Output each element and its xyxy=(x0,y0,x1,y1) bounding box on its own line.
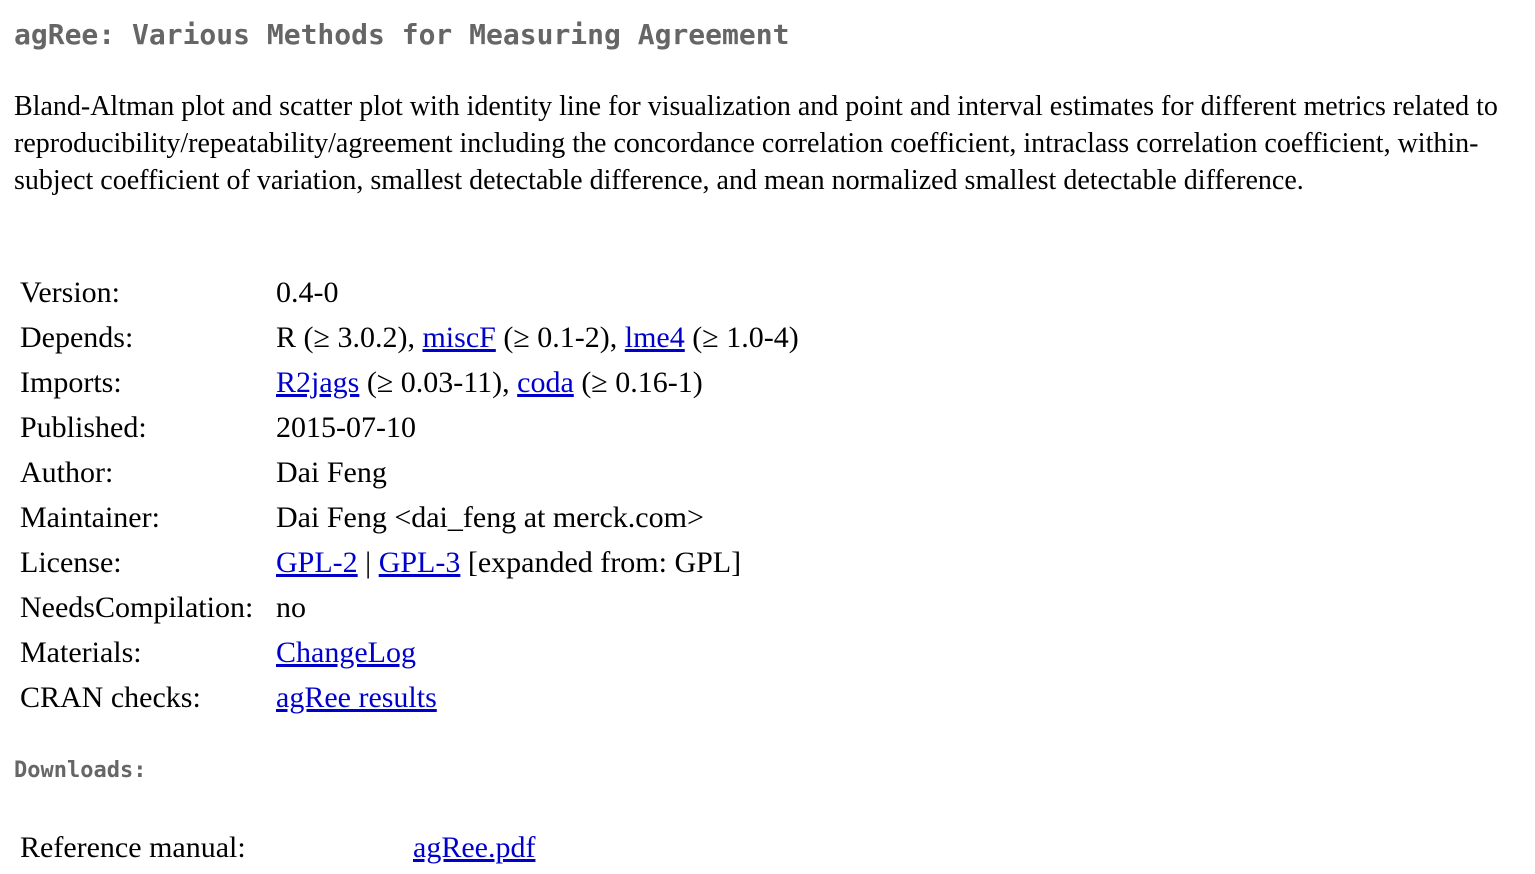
miscf-version-text: (≥ 0.1-2), xyxy=(495,320,625,354)
package-description: Bland-Altman plot and scatter plot with … xyxy=(14,91,1498,196)
version-label: Version: xyxy=(20,275,120,309)
materials-value: ChangeLog xyxy=(270,630,805,675)
downloads-table: Reference manual: agRee.pdf xyxy=(14,825,541,870)
coda-version-text: (≥ 0.16-1) xyxy=(573,365,703,399)
depends-value: R (≥ 3.0.2), miscF (≥ 0.1-2), lme4 (≥ 1.… xyxy=(270,315,805,360)
author-value: Dai Feng xyxy=(276,455,387,489)
reference-manual-pdf-link[interactable]: agRee.pdf xyxy=(413,831,535,864)
info-row-published: Published: 2015-07-10 xyxy=(14,405,805,450)
info-row-imports: Imports: R2jags (≥ 0.03-11), coda (≥ 0.1… xyxy=(14,360,805,405)
depends-label: Depends: xyxy=(20,320,134,354)
gpl3-link[interactable]: GPL-3 xyxy=(379,546,461,579)
published-value: 2015-07-10 xyxy=(276,410,416,444)
info-row-cran-checks: CRAN checks: agRee results xyxy=(14,675,805,720)
cran-checks-label: CRAN checks: xyxy=(20,680,201,714)
license-separator: | xyxy=(357,545,379,579)
changelog-link[interactable]: ChangeLog xyxy=(276,636,416,669)
page-title: agRee: Various Methods for Measuring Agr… xyxy=(14,18,790,51)
downloads-row-reference-manual: Reference manual: agRee.pdf xyxy=(14,825,541,870)
info-row-version: Version: 0.4-0 xyxy=(14,270,805,315)
lme4-link[interactable]: lme4 xyxy=(625,321,685,354)
r2jags-link[interactable]: R2jags xyxy=(276,366,359,399)
info-row-needs-compilation: NeedsCompilation: no xyxy=(14,585,805,630)
needs-compilation-value: no xyxy=(276,590,306,624)
version-value: 0.4-0 xyxy=(276,275,339,309)
cran-checks-value: agRee results xyxy=(270,675,805,720)
maintainer-label: Maintainer: xyxy=(20,500,160,534)
info-row-materials: Materials: ChangeLog xyxy=(14,630,805,675)
r2jags-version-text: (≥ 0.03-11), xyxy=(359,365,518,399)
miscf-link[interactable]: miscF xyxy=(422,321,495,354)
lme4-version-text: (≥ 1.0-4) xyxy=(684,320,799,354)
downloads-heading: Downloads: xyxy=(14,758,147,783)
info-row-license: License: GPL-2 | GPL-3 [expanded from: G… xyxy=(14,540,805,585)
maintainer-value: Dai Feng <dai_feng at merck.com> xyxy=(276,500,704,534)
imports-label: Imports: xyxy=(20,365,122,399)
license-value: GPL-2 | GPL-3 [expanded from: GPL] xyxy=(270,540,805,585)
license-label: License: xyxy=(20,545,122,579)
package-info-table: Version: 0.4-0 Depends: R (≥ 3.0.2), mis… xyxy=(14,270,805,720)
cran-results-link[interactable]: agRee results xyxy=(276,681,437,714)
info-row-maintainer: Maintainer: Dai Feng <dai_feng at merck.… xyxy=(14,495,805,540)
depends-r-text: R (≥ 3.0.2), xyxy=(276,320,423,354)
license-note: [expanded from: GPL] xyxy=(460,545,742,579)
needs-compilation-label: NeedsCompilation: xyxy=(20,590,254,624)
author-label: Author: xyxy=(20,455,114,489)
imports-value: R2jags (≥ 0.03-11), coda (≥ 0.16-1) xyxy=(270,360,805,405)
published-label: Published: xyxy=(20,410,147,444)
info-row-author: Author: Dai Feng xyxy=(14,450,805,495)
gpl2-link[interactable]: GPL-2 xyxy=(276,546,358,579)
reference-manual-value: agRee.pdf xyxy=(407,825,541,870)
info-row-depends: Depends: R (≥ 3.0.2), miscF (≥ 0.1-2), l… xyxy=(14,315,805,360)
materials-label: Materials: xyxy=(20,635,142,669)
reference-manual-label: Reference manual: xyxy=(20,830,246,864)
coda-link[interactable]: coda xyxy=(517,366,574,399)
